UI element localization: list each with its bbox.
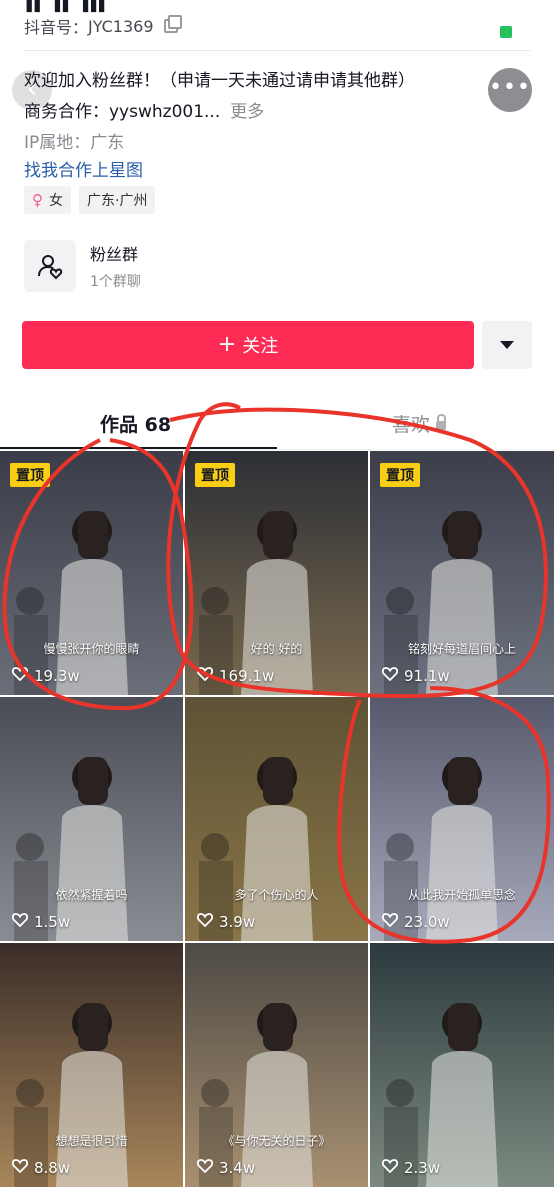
- profile-tabs: 作品 68 喜欢: [0, 398, 554, 450]
- follow-label: 关注: [242, 336, 279, 357]
- lock-icon: [436, 414, 447, 430]
- business-text: 商务合作：yyswhz001...: [24, 102, 221, 122]
- video-scene: [199, 757, 313, 941]
- video-scene: [14, 1003, 128, 1187]
- video-scene: [199, 511, 313, 695]
- video-grid: 置顶慢慢张开你的眼睛 19.3w 置顶好的 好的 169.1w 置顶铭刻好每道眉间心上 9…: [0, 451, 554, 1187]
- heart-icon: [11, 666, 29, 685]
- like-count: 2.3w: [381, 1158, 441, 1177]
- video-scene: [384, 511, 498, 695]
- location-tag: 广东·广州: [79, 186, 156, 214]
- video-thumbnail[interactable]: 多了个伤心的人 3.9w: [185, 697, 368, 941]
- fans-group-subtitle: 1个群聊: [90, 274, 141, 290]
- ip-location: IP属地：广东: [24, 133, 125, 153]
- heart-icon: [381, 1158, 399, 1177]
- copy-icon[interactable]: [163, 15, 182, 33]
- video-scene: [199, 1003, 313, 1187]
- like-count: 1.5w: [11, 912, 71, 931]
- video-caption: 铭刻好每道眉间心上: [407, 642, 516, 656]
- chevron-down-icon: [500, 341, 514, 349]
- recommend-dropdown-button[interactable]: [482, 321, 532, 369]
- account-id: JYC1369: [88, 16, 154, 36]
- like-count: 19.3w: [11, 666, 80, 685]
- video-scene: [14, 757, 128, 941]
- video-thumbnail[interactable]: 想想是很可惜 8.8w: [0, 943, 183, 1187]
- heart-icon: [381, 666, 399, 685]
- tab-likes[interactable]: 喜欢: [392, 410, 447, 437]
- heart-icon: [11, 1158, 29, 1177]
- fans-group-entry[interactable]: 粉丝群 1个群聊: [24, 240, 141, 292]
- tab-likes-label: 喜欢: [392, 414, 431, 436]
- account-id-row: 抖音号： JYC1369: [24, 14, 182, 38]
- pinned-badge: 置顶: [10, 463, 50, 487]
- like-count-value: 3.9w: [219, 912, 256, 931]
- profile-tags: ♀ 女 广东·广州: [24, 186, 156, 214]
- like-count-value: 19.3w: [34, 666, 80, 685]
- video-scene: [384, 1003, 498, 1187]
- plus-icon: +: [217, 332, 237, 357]
- business-more-link[interactable]: 更多: [230, 102, 264, 122]
- video-scene: [14, 511, 128, 695]
- like-count: 91.1w: [381, 666, 450, 685]
- like-count: 3.9w: [196, 912, 256, 931]
- fans-group-title: 粉丝群: [90, 245, 139, 264]
- video-thumbnail[interactable]: 置顶铭刻好每道眉间心上 91.1w: [370, 451, 554, 695]
- divider: [24, 50, 530, 51]
- status-dot-icon: [500, 26, 512, 38]
- heart-icon: [196, 666, 214, 685]
- video-caption: 想想是很可惜: [55, 1134, 128, 1148]
- heart-icon: [196, 912, 214, 931]
- like-count-value: 23.0w: [404, 912, 450, 931]
- pinned-badge: 置顶: [195, 463, 235, 487]
- like-count: 8.8w: [11, 1158, 71, 1177]
- gender-label: 女: [49, 193, 63, 209]
- bio-text: 欢迎加入粉丝群！（申请一天未通过请申请其他群）: [24, 71, 415, 91]
- video-caption: 好的 好的: [250, 642, 303, 656]
- like-count-value: 91.1w: [404, 666, 450, 685]
- like-count-value: 8.8w: [34, 1158, 71, 1177]
- video-thumbnail[interactable]: 2.3w: [370, 943, 554, 1187]
- video-caption: 慢慢张开你的眼睛: [43, 642, 140, 656]
- heart-icon: [11, 912, 29, 931]
- video-thumbnail[interactable]: 《与你无关的日子》 3.4w: [185, 943, 368, 1187]
- active-tab-indicator: [0, 447, 277, 449]
- video-thumbnail[interactable]: 置顶好的 好的 169.1w: [185, 451, 368, 695]
- xingtu-link[interactable]: 找我合作上星图: [24, 156, 143, 181]
- video-caption: 从此我开始孤单思念: [407, 888, 516, 902]
- like-count: 3.4w: [196, 1158, 256, 1177]
- video-scene: [384, 757, 498, 941]
- heart-icon: [381, 912, 399, 931]
- like-count-value: 169.1w: [219, 666, 275, 685]
- video-caption: 多了个伤心的人: [234, 888, 319, 902]
- like-count-value: 1.5w: [34, 912, 71, 931]
- like-count-value: 3.4w: [219, 1158, 256, 1177]
- video-thumbnail[interactable]: 置顶慢慢张开你的眼睛 19.3w: [0, 451, 183, 695]
- like-count: 23.0w: [381, 912, 450, 931]
- heart-icon: [196, 1158, 214, 1177]
- like-count-value: 2.3w: [404, 1158, 441, 1177]
- business-contact[interactable]: 商务合作：yyswhz001... 更多: [24, 97, 264, 122]
- account-label: 抖音号：: [24, 18, 89, 37]
- video-caption: 依然紧握着吗: [55, 888, 128, 902]
- video-thumbnail[interactable]: 从此我开始孤单思念 23.0w: [370, 697, 554, 941]
- follow-button[interactable]: + 关注: [22, 321, 474, 369]
- gender-tag: ♀ 女: [24, 186, 71, 214]
- female-icon: ♀: [32, 191, 43, 209]
- more-options-button[interactable]: •••: [488, 68, 532, 112]
- like-count: 169.1w: [196, 666, 275, 685]
- pinned-badge: 置顶: [380, 463, 420, 487]
- tab-works[interactable]: 作品 68: [100, 410, 171, 437]
- video-caption: 《与你无关的日子》: [222, 1134, 331, 1148]
- video-thumbnail[interactable]: 依然紧握着吗 1.5w: [0, 697, 183, 941]
- fans-group-icon: [24, 240, 76, 292]
